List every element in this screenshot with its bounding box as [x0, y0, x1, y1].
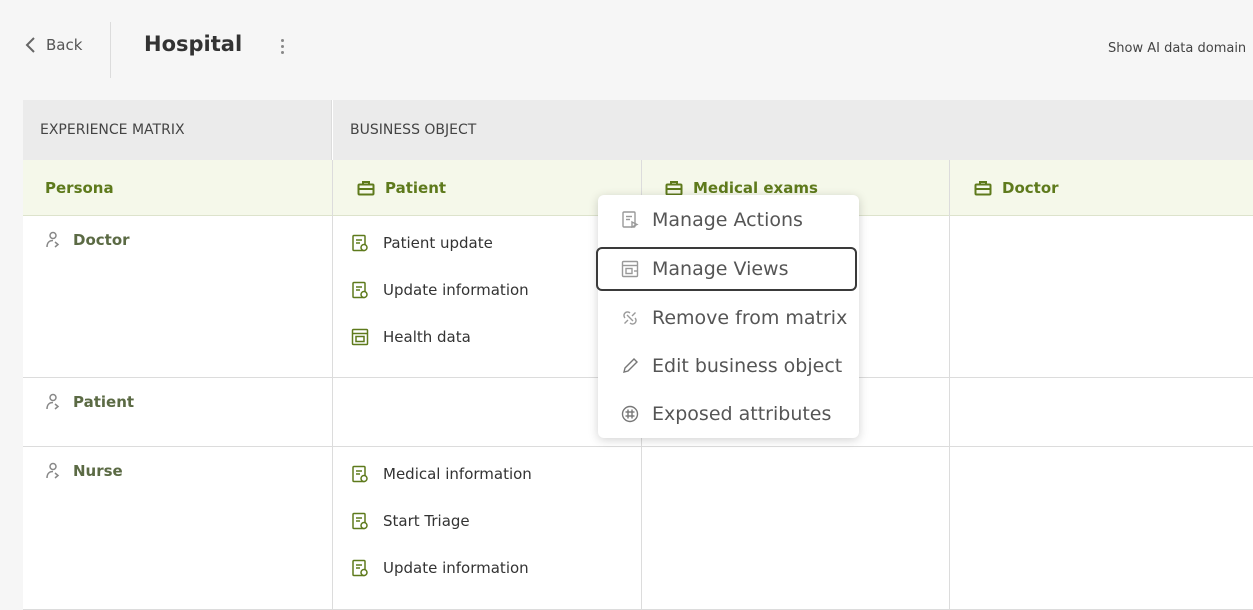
menu-item-label: Manage Views	[652, 258, 789, 280]
briefcase-icon	[974, 180, 992, 195]
experience-matrix-header: EXPERIENCE MATRIX	[23, 100, 332, 160]
menu-item-manage-actions[interactable]: Manage Actions	[598, 198, 859, 242]
persona-icon	[46, 393, 60, 410]
manage-actions-icon	[622, 211, 639, 229]
column-divider	[332, 160, 333, 610]
menu-item-edit-business-object[interactable]: Edit business object	[598, 344, 859, 388]
persona-icon	[46, 231, 60, 248]
action-icon	[352, 281, 368, 299]
object-label: Medical exams	[693, 178, 818, 197]
item-label: Update information	[383, 281, 529, 299]
persona-label: Patient	[73, 393, 135, 411]
pencil-icon	[623, 358, 638, 373]
back-label: Back	[46, 36, 83, 54]
persona-label: Nurse	[73, 462, 123, 480]
object-label: Patient	[385, 178, 447, 197]
object-header-doctor[interactable]: Doctor	[974, 160, 1059, 215]
top-bar: Back Hospital Show AI data domain	[0, 0, 1253, 100]
action-icon	[352, 465, 368, 483]
unlink-icon	[623, 311, 637, 325]
menu-item-exposed-attributes[interactable]: Exposed attributes	[598, 392, 859, 436]
action-item[interactable]: Medical information	[351, 465, 532, 483]
object-header-patient[interactable]: Patient	[357, 160, 446, 215]
item-label: Start Triage	[383, 512, 470, 530]
item-label: Health data	[383, 328, 471, 346]
menu-item-label: Manage Actions	[652, 209, 803, 231]
item-label: Update information	[383, 559, 529, 577]
persona-patient[interactable]: Patient	[45, 393, 134, 411]
context-menu: Manage Actions Manage Views Remove from …	[596, 195, 859, 438]
divider	[110, 22, 111, 78]
exposed-attributes-icon	[621, 405, 639, 423]
menu-item-label: Edit business object	[652, 355, 843, 377]
back-button[interactable]: Back	[24, 36, 82, 54]
more-options-icon[interactable]	[274, 36, 290, 60]
action-item[interactable]: Update information	[351, 281, 529, 299]
persona-icon	[46, 462, 60, 479]
action-item[interactable]: Patient update	[351, 234, 493, 252]
business-object-header: BUSINESS OBJECT	[333, 100, 1253, 160]
persona-column-label: Persona	[45, 178, 114, 197]
briefcase-icon	[357, 180, 375, 195]
briefcase-icon	[665, 180, 683, 195]
show-ai-data-domain-link[interactable]: Show AI data domain	[1108, 41, 1246, 56]
persona-label: Doctor	[73, 231, 130, 249]
action-icon	[352, 559, 368, 577]
column-divider	[949, 160, 950, 610]
menu-item-manage-views[interactable]: Manage Views	[596, 247, 857, 291]
action-item[interactable]: Start Triage	[351, 512, 470, 530]
item-label: Medical information	[383, 465, 532, 483]
menu-item-label: Remove from matrix	[652, 307, 848, 329]
row-divider	[23, 446, 1253, 447]
action-icon	[352, 512, 368, 530]
persona-doctor[interactable]: Doctor	[45, 231, 130, 249]
manage-views-icon	[621, 260, 639, 278]
chevron-left-icon	[25, 37, 35, 53]
menu-item-label: Exposed attributes	[652, 403, 832, 425]
menu-item-remove-from-matrix[interactable]: Remove from matrix	[598, 296, 859, 340]
page-title: Hospital	[144, 32, 243, 56]
action-icon	[352, 234, 368, 252]
object-label: Doctor	[1002, 178, 1059, 197]
item-label: Patient update	[383, 234, 493, 252]
action-item[interactable]: Update information	[351, 559, 529, 577]
view-item[interactable]: Health data	[351, 328, 471, 346]
view-icon	[351, 328, 369, 346]
persona-nurse[interactable]: Nurse	[45, 462, 123, 480]
